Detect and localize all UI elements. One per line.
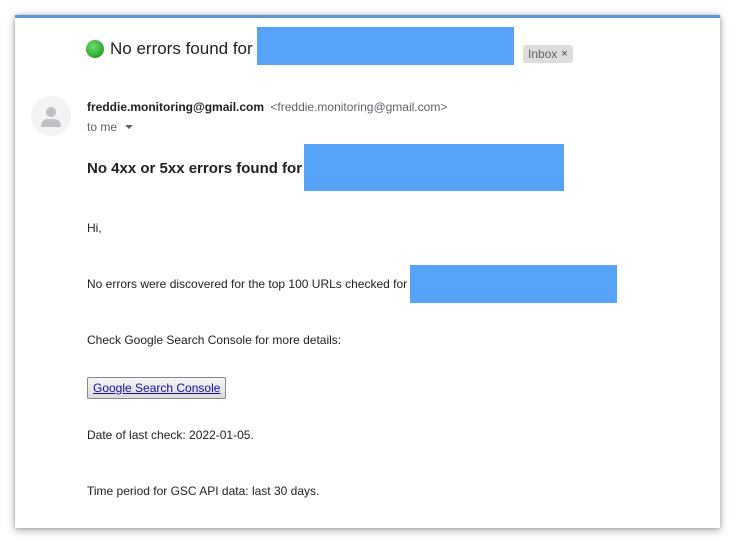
recipient-details-toggle[interactable]: to me <box>87 120 134 134</box>
green-circle-icon <box>86 40 104 58</box>
no-errors-text: No errors were discovered for the top 10… <box>87 277 408 291</box>
email-heading: No 4xx or 5xx errors found for <box>87 160 303 177</box>
redacted-domain-heading <box>304 144 564 191</box>
sender-info: freddie.monitoring@gmail.com <freddie.mo… <box>87 100 447 114</box>
google-search-console-button[interactable]: Google Search Console <box>87 377 227 399</box>
chevron-down-icon[interactable] <box>125 125 134 129</box>
redacted-domain-body <box>410 265 617 303</box>
email-subject: No errors found for <box>86 29 253 69</box>
greeting-text: Hi, <box>87 221 102 235</box>
sender-email: <freddie.monitoring@gmail.com> <box>270 100 448 114</box>
inbox-label-badge[interactable]: Inbox × <box>523 45 573 63</box>
inbox-label: Inbox <box>528 47 558 61</box>
email-view: No errors found for Inbox × freddie.moni… <box>15 15 720 528</box>
remove-label-icon[interactable]: × <box>561 48 567 60</box>
subject-text: No errors found for <box>110 39 253 58</box>
last-check-date: Date of last check: 2022-01-05. <box>87 428 254 442</box>
redacted-domain-subject <box>257 27 514 65</box>
recipient-text: to me <box>87 120 118 134</box>
person-icon <box>46 107 56 117</box>
sender-name[interactable]: freddie.monitoring@gmail.com <box>87 100 264 114</box>
gsc-instruction-text: Check Google Search Console for more det… <box>87 333 342 347</box>
sender-avatar[interactable] <box>31 96 71 136</box>
time-period-text: Time period for GSC API data: last 30 da… <box>87 484 320 498</box>
